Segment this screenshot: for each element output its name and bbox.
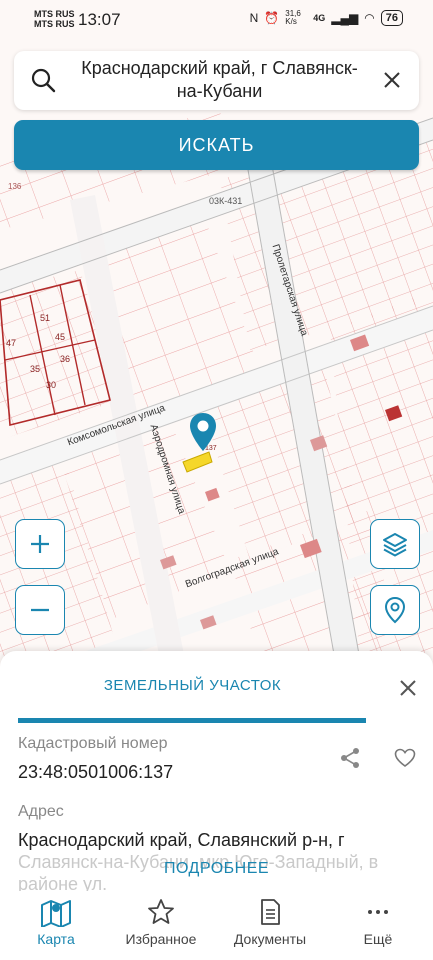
cadastral-label: Кадастровый номер [18,735,168,752]
layers-icon [383,533,407,557]
parcel-number: 51 [40,313,51,323]
bottom-navigation: Карта Избранное Документы Ещё [0,891,433,960]
parcel-number: 30 [46,380,57,390]
road-label: 03К-431 [209,196,243,206]
wifi-icon: ◠ [364,11,375,25]
network-speed: 31,6 K/s [285,9,301,26]
layers-button[interactable] [370,519,420,569]
address-value: Краснодарский край, Славянский р-н, г [18,830,345,850]
document-icon [261,899,280,925]
parcel-number: 136 [8,182,22,191]
carrier-1: MTS RUS [34,9,75,19]
more-details-link[interactable]: ПОДРОБНЕЕ [0,860,433,878]
search-box[interactable]: Краснодарский край, г Славянск-на-Кубани [14,51,419,110]
battery-indicator: 76 [380,10,403,26]
parcel-number: 45 [55,332,66,342]
nav-label: Карта [37,931,75,947]
map-icon [41,900,71,927]
nav-more[interactable]: Ещё [328,897,428,947]
close-icon[interactable] [399,679,417,697]
signal-icon: ▂▄▆ [331,11,359,25]
zoom-out-button[interactable] [15,585,65,635]
location-pin-icon[interactable] [188,412,218,452]
nav-favorites[interactable]: Избранное [111,897,211,947]
network-type: 4G [313,13,326,23]
share-icon[interactable] [339,747,361,769]
parcel-number: 47 [6,338,17,348]
location-icon [384,596,406,624]
search-button[interactable]: ИСКАТЬ [14,120,419,170]
clear-search-icon[interactable] [383,71,401,89]
nav-label: Документы [233,931,307,947]
clock: 13:07 [78,10,121,29]
minus-icon [31,608,49,612]
nav-label: Ещё [363,931,393,947]
nav-label: Избранное [125,931,197,947]
carrier-2: MTS RUS [34,19,75,29]
cadastral-number[interactable]: 23:48:0501006:137 [18,762,173,783]
carrier-info: MTS RUS MTS RUS [34,9,75,29]
parcel-number: 35 [30,364,41,374]
status-bar: MTS RUS MTS RUS 13:07 N ⏰ 31,6 K/s 4G ▂▄… [0,0,433,40]
status-icons: N ⏰ 31,6 K/s 4G ▂▄▆ ◠ 76 [250,10,403,26]
sheet-title: ЗЕМЕЛЬНЫЙ УЧАСТОК [103,677,282,694]
more-icon [368,910,388,914]
favorite-heart-icon[interactable] [394,747,416,769]
parcel-number: 36 [60,354,71,364]
search-input[interactable]: Краснодарский край, г Славянск-на-Кубани [76,57,363,103]
plus-icon [31,535,49,553]
loading-progress-bar [18,718,366,723]
alarm-icon: ⏰ [264,11,280,25]
nav-map[interactable]: Карта [6,897,106,947]
my-location-button[interactable] [370,585,420,635]
nfc-icon: N [249,11,259,25]
nav-documents[interactable]: Документы [220,897,320,947]
star-icon [148,899,174,924]
address-label: Адрес [18,803,64,820]
zoom-in-button[interactable] [15,519,65,569]
search-icon [31,68,56,93]
